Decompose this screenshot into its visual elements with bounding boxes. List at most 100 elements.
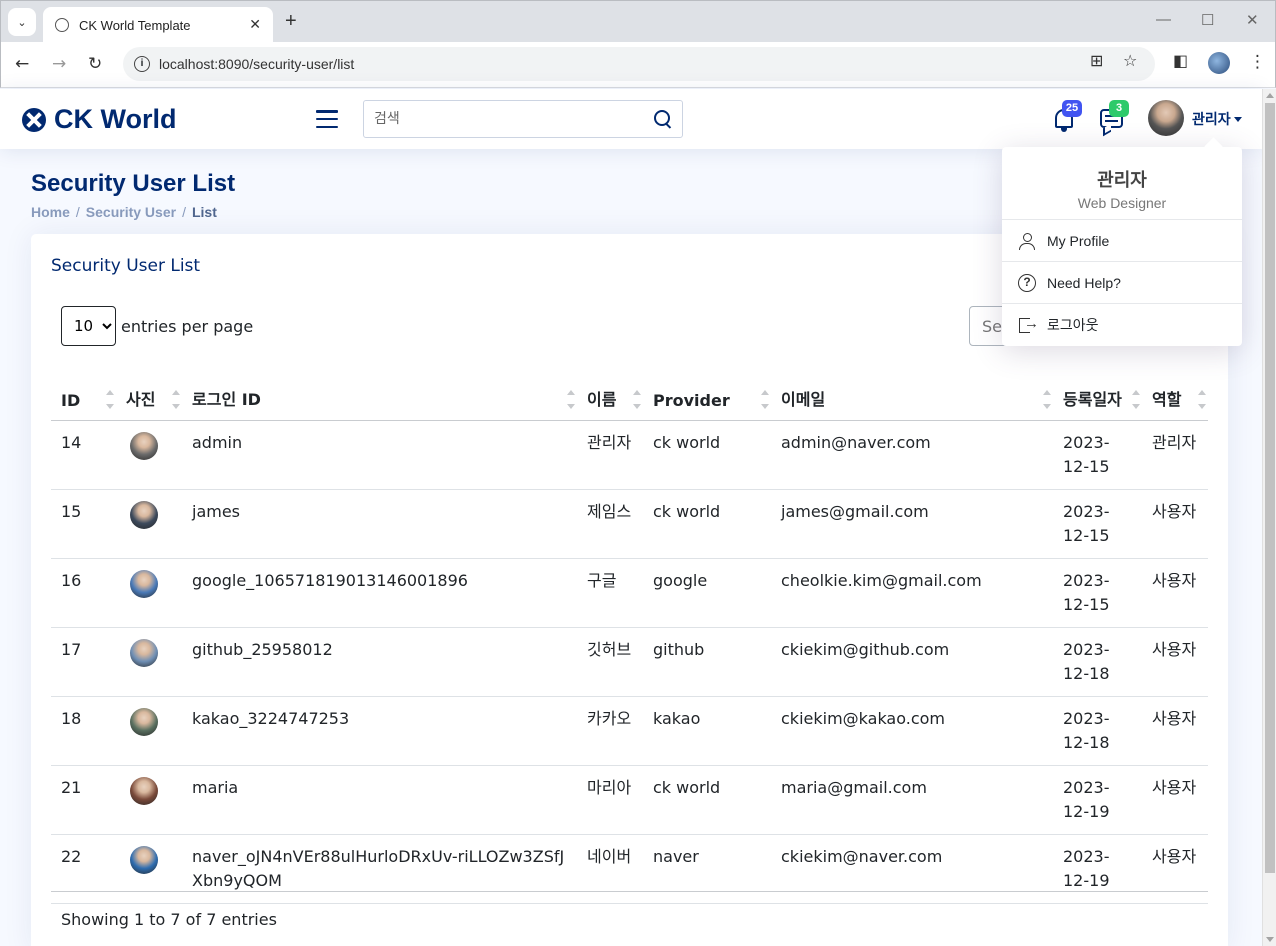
translate-icon[interactable]: ⊞ [1090,51,1103,70]
user-photo-avatar [130,845,158,874]
new-tab-button[interactable]: + [285,10,297,33]
user-photo-avatar [130,707,158,736]
header-search-form [363,100,683,138]
table-body: 14 admin 관리자 ck world admin@naver.com 2023-12… [51,420,1208,904]
search-icon[interactable] [654,110,672,128]
per-page-label: entries per page [121,316,254,336]
cell-login-id: google_106571819013146001896 [182,558,577,628]
tab-search-button[interactable]: ⌄ [8,8,36,36]
cell-provider: google [643,558,771,628]
cell-role: 관리자 [1142,420,1208,490]
cell-name: 깃허브 [577,627,643,697]
forward-icon[interactable]: → [52,54,66,74]
sort-icon [567,384,575,414]
cell-email: ckiekim@naver.com [771,834,1053,904]
back-icon[interactable]: ← [15,54,29,74]
notifications-button[interactable]: 25 [1053,100,1082,133]
bookmark-star-icon[interactable]: ☆ [1123,51,1137,70]
logo[interactable]: CK World [22,104,177,135]
cell-role: 사용자 [1142,765,1208,835]
url-text: localhost:8090/security-user/list [159,56,355,72]
page-scrollbar[interactable] [1262,89,1276,946]
column-header-role[interactable]: 역할 [1142,364,1208,421]
scroll-down-icon[interactable] [1266,937,1274,942]
breadcrumb-security-user[interactable]: Security User [86,204,176,220]
sort-icon [1043,384,1051,414]
column-header-id[interactable]: ID [51,364,116,421]
cell-login-id: kakao_3224747253 [182,696,577,766]
column-header-provider[interactable]: Provider [643,364,771,421]
page-title: Security User List [31,170,236,197]
logo-icon [22,107,46,132]
profile-name[interactable]: 관리자 [1192,109,1231,129]
cell-provider: ck world [643,489,771,559]
table-row: 22 naver_oJN4nVEr88ulHurloDRxUv-riLLOZw3Z… [51,834,1208,904]
menu-item-need-help[interactable]: ? Need Help? [1002,262,1242,304]
column-label: ID [61,390,81,410]
column-label: 역할 [1152,389,1182,409]
sort-icon [633,384,641,414]
cell-name: 카카오 [577,696,643,766]
browser-tab-strip: ⌄ CK World Template ✕ + — ☐ ✕ [0,0,1276,43]
question-circle-icon: ? [1018,273,1036,292]
browser-tab[interactable]: CK World Template ✕ [43,7,273,43]
cell-name: 마리아 [577,765,643,835]
table-row: 21 maria 마리아 ck world maria@gmail.com 2023-12… [51,765,1208,835]
user-table: ID 사진 로그인 ID 이름 Provider 이메일 등록일자 역할 14 a… [51,364,1208,904]
globe-icon [55,18,69,32]
side-panel-icon[interactable]: ◧ [1173,51,1188,70]
cell-photo [116,696,182,766]
cell-login-id: james [182,489,577,559]
column-header-photo[interactable]: 사진 [116,364,182,421]
sort-icon [1132,384,1140,414]
breadcrumb-home[interactable]: Home [31,204,70,220]
table-row: 16 google_106571819013146001896 구글 google ch… [51,558,1208,628]
profile-dropdown: 관리자 Web Designer My Profile ? Need Help?… [1002,147,1242,346]
cell-photo [116,489,182,559]
cell-email: james@gmail.com [771,489,1053,559]
logo-text: CK World [54,104,177,134]
column-header-name[interactable]: 이름 [577,364,643,421]
cell-role: 사용자 [1142,627,1208,697]
scroll-up-icon[interactable] [1266,93,1274,98]
menu-item-my-profile[interactable]: My Profile [1002,220,1242,262]
scrollbar-thumb[interactable] [1265,103,1275,873]
card-title: Security User List [51,256,201,276]
chevron-down-icon[interactable] [1234,117,1242,122]
menu-item-logout[interactable]: 로그아웃 [1002,304,1242,346]
per-page-select[interactable]: 10 [61,306,116,346]
avatar[interactable] [1148,100,1184,136]
cell-role: 사용자 [1142,558,1208,628]
messages-button[interactable]: 3 [1100,100,1129,133]
cell-provider: naver [643,834,771,904]
close-tab-icon[interactable]: ✕ [249,17,261,33]
maximize-icon[interactable]: ☐ [1201,11,1214,29]
dropdown-header: 관리자 Web Designer [1002,147,1242,220]
table-row: 18 kakao_3224747253 카카오 kakao ckiekim@kakao.… [51,696,1208,766]
omnibox[interactable]: i localhost:8090/security-user/list [123,47,1155,81]
column-label: 로그인 ID [192,389,261,409]
app-header: CK World 25 3 관리자 [0,89,1262,149]
browser-profile-avatar[interactable] [1208,52,1230,74]
dropdown-user-role: Web Designer [1077,195,1167,211]
cell-date: 2023-12-15 [1053,558,1142,628]
column-label: 이름 [587,389,617,409]
site-info-icon[interactable]: i [134,56,150,72]
cell-provider: ck world [643,765,771,835]
per-page-control: 10 entries per page [61,306,253,346]
menu-item-label: Need Help? [1047,274,1121,291]
breadcrumb: Home / Security User / List [31,204,235,220]
cell-email: admin@naver.com [771,420,1053,490]
cell-photo [116,420,182,490]
minimize-icon[interactable]: — [1156,11,1171,28]
tab-title: CK World Template [79,17,191,33]
close-window-icon[interactable]: ✕ [1246,11,1259,29]
header-search-input[interactable] [374,111,654,127]
cell-date: 2023-12-18 [1053,696,1142,766]
column-header-date[interactable]: 등록일자 [1053,364,1142,421]
browser-menu-icon[interactable]: ⋮ [1249,52,1266,72]
sidebar-toggle-icon[interactable] [316,110,338,128]
reload-icon[interactable]: ↻ [88,54,102,74]
column-header-email[interactable]: 이메일 [771,364,1053,421]
column-header-login-id[interactable]: 로그인 ID [182,364,577,421]
